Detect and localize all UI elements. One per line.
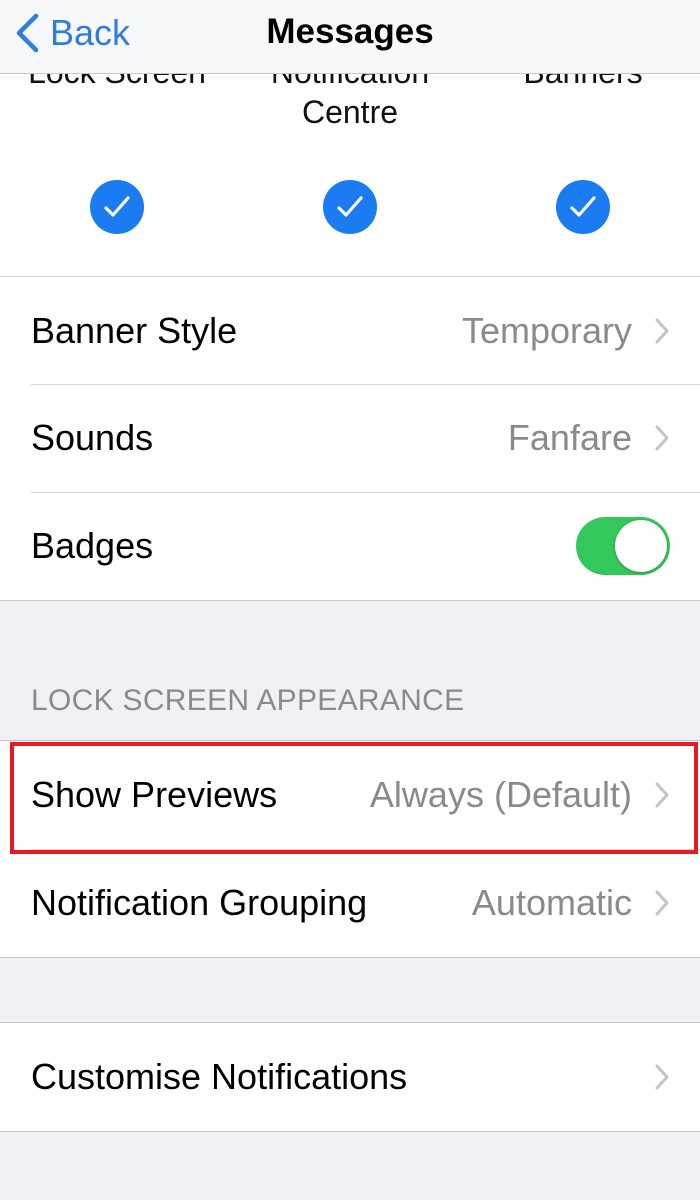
row-label: Badges [31, 525, 154, 566]
checkmark-circle-icon[interactable] [556, 180, 610, 234]
row-label: Show Previews [31, 774, 278, 815]
toggle-knob [615, 520, 667, 572]
page-title: Messages [266, 12, 434, 51]
alert-option-banners[interactable]: Banners [463, 74, 700, 234]
lock-screen-group: Show Previews Always (Default) Notificat… [0, 740, 700, 958]
chevron-right-icon [655, 425, 669, 451]
badges-row: Badges [0, 492, 700, 600]
customise-group: Customise Notifications [0, 1022, 700, 1132]
sounds-row[interactable]: Sounds Fanfare [0, 384, 700, 492]
section-header: LOCK SCREEN APPEARANCE [31, 684, 465, 717]
row-label: Banner Style [31, 309, 238, 351]
row-value: Always (Default) [369, 774, 632, 815]
row-label: Customise Notifications [31, 1056, 408, 1097]
chevron-right-icon [655, 318, 669, 343]
row-value: Fanfare [507, 417, 632, 458]
alert-label: Notification Centre [271, 74, 429, 130]
alert-label: Banners [463, 74, 700, 92]
row-value: Temporary [461, 309, 632, 351]
badges-toggle[interactable] [576, 517, 670, 575]
banner-style-row[interactable]: Banner Style Temporary [0, 276, 700, 384]
row-label: Sounds [31, 417, 154, 458]
messages-notification-settings: Back Messages Lock Screen Notification C… [0, 0, 700, 1200]
alert-settings-group: Banner Style Temporary Sounds Fanfare Ba… [0, 276, 700, 601]
chevron-right-icon [655, 782, 669, 808]
checkmark-circle-icon[interactable] [323, 180, 377, 234]
alert-label: Lock Screen [0, 74, 237, 92]
alert-option-lock-screen[interactable]: Lock Screen [0, 74, 237, 234]
customise-notifications-row[interactable]: Customise Notifications [0, 1023, 700, 1131]
alert-option-notification-centre[interactable]: Notification Centre [230, 74, 470, 234]
navigation-bar: Back Messages [0, 0, 700, 74]
notification-grouping-row[interactable]: Notification Grouping Automatic [0, 849, 700, 957]
chevron-right-icon [655, 1064, 669, 1090]
alerts-section: Lock Screen Notification Centre Banners [0, 74, 700, 276]
row-label: Notification Grouping [31, 882, 368, 923]
chevron-right-icon [655, 890, 669, 916]
checkmark-circle-icon[interactable] [90, 180, 144, 234]
row-value: Automatic [471, 882, 632, 923]
show-previews-row[interactable]: Show Previews Always (Default) [0, 741, 700, 849]
